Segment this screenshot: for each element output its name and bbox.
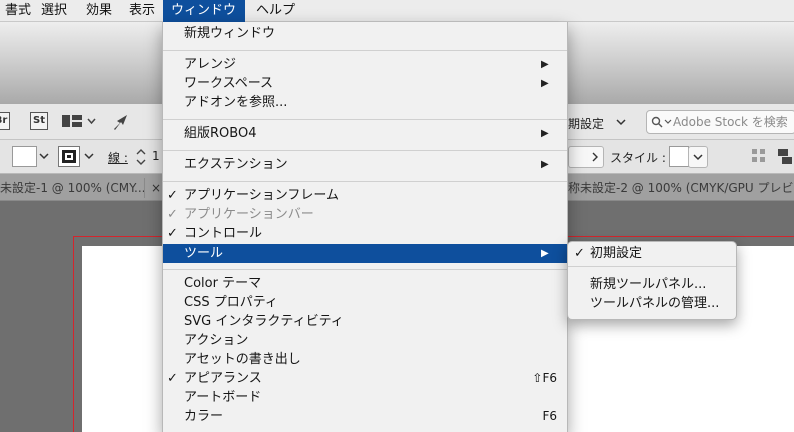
menu-item-tools[interactable]: ツール ▶ [163,244,567,263]
menu-separator [163,150,567,151]
checkmark-icon: ✓ [167,188,178,203]
menu-item-appearance[interactable]: ✓ アピアランス ⇧F6 [163,369,567,388]
submenu-separator [568,266,736,267]
submenu-item-label: 初期設定 [590,246,643,261]
window-menu-dropdown: 新規ウィンドウ アレンジ ▶ ワークスペース ▶ アドオンを参照... 組版RO… [162,22,568,432]
menu-item-label: アプリケーションフレーム [184,188,339,203]
stroke-weight-value[interactable]: 1 [152,149,160,163]
menu-item-label: 組版ROBO4 [184,126,257,141]
menu-effect[interactable]: 効果 [78,0,120,22]
opacity-field[interactable] [568,146,604,168]
menu-separator [163,181,567,182]
menu-item-workspace[interactable]: ワークスペース ▶ [163,74,567,93]
menu-separator [163,50,567,51]
menu-item-label: アクション [184,333,249,348]
submenu-item-default[interactable]: ✓ 初期設定 [568,244,736,264]
menu-bar: 書式 選択 効果 表示 ウィンドウ ヘルプ [0,0,794,22]
submenu-arrow-icon: ▶ [541,59,549,70]
menu-separator [163,269,567,270]
stock-search-input[interactable]: Adobe Stock を検索 [646,110,794,134]
close-tab-icon[interactable]: × [151,176,161,200]
checkmark-icon: ✓ [167,371,178,386]
checkmark-icon: ✓ [167,207,178,222]
menu-select[interactable]: 選択 [33,0,75,22]
style-label: スタイル : [610,151,666,165]
checkmark-icon: ✓ [167,226,178,241]
tab-divider [144,178,145,198]
menu-item-browse-addons[interactable]: アドオンを参照... [163,93,567,112]
menu-item-css-properties[interactable]: CSS プロパティ [163,293,567,312]
menu-item-artboards[interactable]: アートボード [163,388,567,407]
menu-item-label: アレンジ [184,57,237,72]
shortcut-label: ⇧F6 [532,371,557,385]
submenu-item-new-tools-panel[interactable]: 新規ツールパネル... [568,275,736,295]
menu-item-label: アピアランス [184,371,262,386]
document-tab-2[interactable]: 称未設定-2 @ 100% (CMYK/GPU プレビュー [568,176,794,200]
search-placeholder: Adobe Stock を検索 [673,115,788,129]
menu-item-label: アドオンを参照... [184,95,288,110]
stroke-chevron-icon[interactable] [84,153,94,161]
menu-item-label: コントロール [184,226,263,241]
fill-chevron-icon[interactable] [39,153,49,161]
menu-item-actions[interactable]: アクション [163,331,567,350]
menu-item-label: ツール [184,246,224,261]
checkmark-icon: ✓ [574,246,585,261]
submenu-arrow-icon: ▶ [541,159,549,170]
chevron-right-icon [592,152,598,162]
menu-item-application-bar: ✓ アプリケーションバー [163,205,567,224]
submenu-arrow-icon: ▶ [541,128,549,139]
submenu-item-label: ツールパネルの管理... [590,296,720,311]
menu-help[interactable]: ヘルプ [248,0,303,22]
menu-item-arrange[interactable]: アレンジ ▶ [163,55,567,74]
workspace-chevron-icon[interactable] [616,119,626,127]
fill-color-swatch[interactable] [12,146,37,167]
menu-item-label: Color テーマ [184,276,262,291]
menu-item-color-themes[interactable]: Color テーマ [163,274,567,293]
menu-item-control[interactable]: ✓ コントロール [163,224,567,243]
menu-item-label: アセットの書き出し [184,352,301,367]
stock-icon[interactable]: St [30,112,48,130]
menu-item-label: アプリケーションバー [184,207,314,222]
menu-view[interactable]: 表示 [121,0,163,22]
submenu-item-manage-tools-panels[interactable]: ツールパネルの管理... [568,294,736,314]
tools-submenu: ✓ 初期設定 新規ツールパネル... ツールパネルの管理... [567,241,737,320]
stroke-stepper-icon[interactable] [135,147,147,167]
menu-item-extensions[interactable]: エクステンション ▶ [163,155,567,174]
menu-item-label: SVG インタラクティビティ [184,314,344,329]
menu-item-label: CSS プロパティ [184,295,278,310]
menu-window[interactable]: ウィンドウ [163,0,245,22]
arrange-documents-icon[interactable] [62,115,98,129]
menu-item-application-frame[interactable]: ✓ アプリケーションフレーム [163,186,567,205]
style-dropdown[interactable] [688,146,708,168]
menu-separator [163,119,567,120]
arrange-icon[interactable] [776,147,794,167]
gpu-rocket-icon[interactable] [112,113,132,131]
stroke-label[interactable]: 線 : [108,149,128,166]
menu-item-new-window[interactable]: 新規ウィンドウ [163,24,567,43]
document-tab-1[interactable]: 未設定-1 @ 100% (CMY... [0,176,145,200]
shortcut-label: F6 [542,409,557,423]
search-icon [651,116,672,128]
menu-item-kumihan-robo4[interactable]: 組版ROBO4 ▶ [163,124,567,143]
menu-item-label: ワークスペース [184,76,274,91]
stroke-color-swatch[interactable] [58,146,80,167]
menu-item-asset-export[interactable]: アセットの書き出し [163,350,567,369]
menu-item-label: 新規ウィンドウ [184,26,276,41]
align-grid-icon[interactable] [752,149,766,165]
menu-item-color[interactable]: カラー F6 [163,407,567,426]
menu-item-svg-interactivity[interactable]: SVG インタラクティビティ [163,312,567,331]
menu-item-label: エクステンション [184,157,288,172]
graphic-style-swatch[interactable] [669,146,689,167]
bridge-icon[interactable]: Br [0,112,10,130]
submenu-arrow-icon: ▶ [541,248,549,259]
menu-item-label: アートボード [184,390,262,405]
style-chevron-icon [693,154,703,161]
submenu-arrow-icon: ▶ [541,78,549,89]
menu-item-label: カラー [184,409,224,424]
submenu-item-label: 新規ツールパネル... [590,277,707,292]
